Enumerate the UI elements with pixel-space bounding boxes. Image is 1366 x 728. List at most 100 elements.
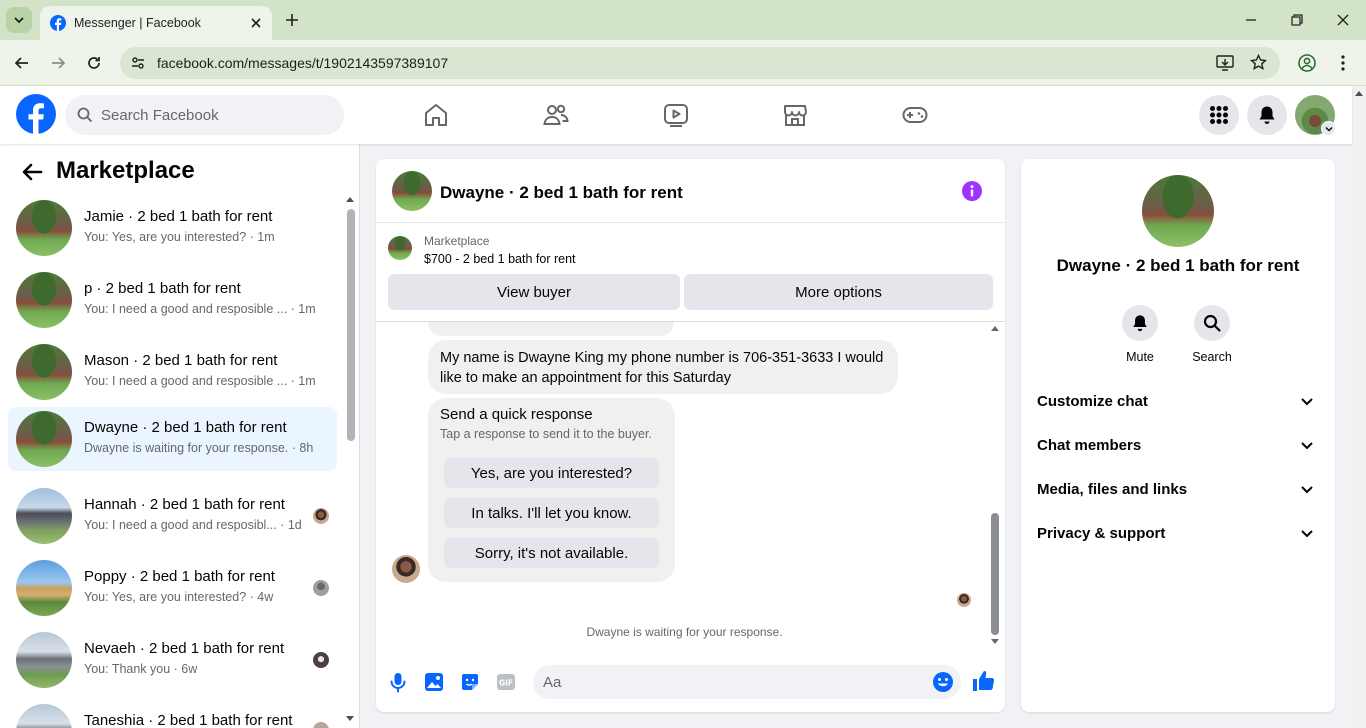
conversation-preview: You: I need a good and resposibl... · 1d — [84, 518, 302, 532]
chat-title[interactable]: Dwayne · 2 bed 1 bath for rent — [440, 183, 683, 203]
conversation-name: Nevaeh · 2 bed 1 bath for rent — [84, 640, 285, 657]
search-in-chat-button[interactable]: Search — [1182, 305, 1242, 364]
conversation-name: Taneshia · 2 bed 1 bath for rent — [84, 712, 293, 728]
conversation-item[interactable]: Mason · 2 bed 1 bath for rent You: I nee… — [8, 340, 337, 404]
address-bar[interactable]: facebook.com/messages/t/1902143597389107 — [120, 47, 1280, 79]
conversation-item[interactable]: Poppy · 2 bed 1 bath for rent You: Yes, … — [8, 556, 337, 620]
gaming-icon[interactable] — [902, 102, 928, 128]
conversation-name: Poppy · 2 bed 1 bath for rent — [84, 568, 275, 585]
conversation-list-scroll-thumb[interactable] — [347, 209, 355, 441]
photo-icon[interactable] — [423, 671, 445, 693]
listing-title[interactable]: $700 - 2 bed 1 bath for rent — [424, 252, 576, 266]
message-scroll-thumb[interactable] — [991, 513, 999, 635]
message-thread: My name is Dwayne King my phone number i… — [376, 322, 1005, 655]
minimize-icon — [1246, 19, 1256, 21]
bookmark-star-icon[interactable] — [1250, 54, 1267, 71]
message-input[interactable] — [543, 673, 913, 691]
search-input[interactable] — [101, 106, 321, 124]
facebook-logo-icon[interactable] — [16, 94, 56, 134]
panel-title: Marketplace — [56, 157, 195, 184]
browser-toolbar: facebook.com/messages/t/1902143597389107 — [0, 40, 1366, 86]
mute-button[interactable]: Mute — [1110, 305, 1170, 364]
facebook-header — [0, 86, 1352, 144]
scroll-up-arrow-icon[interactable] — [346, 196, 354, 202]
conversation-avatar — [16, 704, 72, 728]
browser-tab-bar: Messenger | Facebook — [0, 0, 1366, 40]
scroll-down-arrow-icon[interactable] — [989, 636, 1001, 648]
facebook-search[interactable] — [65, 95, 344, 135]
notifications-button[interactable] — [1247, 95, 1287, 135]
seen-avatar — [313, 508, 329, 524]
site-info-icon[interactable] — [130, 55, 146, 71]
home-icon[interactable] — [423, 102, 449, 128]
minimize-button[interactable] — [1239, 8, 1263, 32]
mute-icon-circle[interactable] — [1122, 305, 1158, 341]
restore-button[interactable] — [1285, 8, 1309, 32]
conversation-item[interactable]: Taneshia · 2 bed 1 bath for rent — [8, 700, 337, 728]
conversation-details-panel: Dwayne · 2 bed 1 bath for rent Mute Sear… — [1021, 159, 1335, 712]
install-app-icon[interactable] — [1216, 55, 1234, 71]
back-button[interactable] — [10, 51, 34, 75]
emoji-icon[interactable] — [932, 671, 954, 693]
profile-button[interactable] — [1295, 51, 1319, 75]
privacy-support-section[interactable]: Privacy & support — [1029, 513, 1327, 553]
marketplace-icon[interactable] — [782, 102, 808, 128]
quick-response-option[interactable]: In talks. I'll let you know. — [444, 498, 659, 528]
conversation-preview: You: I need a good and resposible ... · … — [84, 302, 316, 316]
browser-menu-button[interactable] — [1331, 51, 1355, 75]
message-composer[interactable] — [533, 665, 961, 699]
forward-button[interactable] — [46, 51, 70, 75]
conversation-avatar-large — [1142, 175, 1214, 247]
message-bubble — [428, 322, 674, 336]
conversation-avatar — [16, 488, 72, 544]
more-options-button[interactable]: More options — [684, 274, 993, 310]
video-icon[interactable] — [663, 102, 689, 128]
conversation-preview: You: Yes, are you interested? · 1m — [84, 230, 275, 244]
sender-avatar[interactable] — [392, 555, 420, 583]
plus-icon — [286, 14, 298, 26]
grid-menu-icon — [1210, 106, 1228, 124]
thumbs-up-icon[interactable] — [971, 669, 995, 693]
account-menu-caret[interactable] — [1321, 121, 1336, 136]
conversation-item-active[interactable]: Dwayne · 2 bed 1 bath for rent Dwayne is… — [8, 407, 337, 471]
gif-icon[interactable]: GIF — [495, 671, 517, 693]
friends-icon[interactable] — [543, 102, 569, 128]
back-arrow-icon[interactable] — [20, 160, 44, 184]
browser-tab[interactable]: Messenger | Facebook — [40, 6, 272, 40]
customize-chat-section[interactable]: Customize chat — [1029, 381, 1327, 421]
quick-response-option[interactable]: Sorry, it's not available. — [444, 538, 659, 568]
chat-members-section[interactable]: Chat members — [1029, 425, 1327, 465]
marketplace-conversation-list: Marketplace Jamie · 2 bed 1 bath for ren… — [0, 144, 360, 728]
conversation-item[interactable]: Jamie · 2 bed 1 bath for rent You: Yes, … — [8, 196, 337, 260]
quick-response-subtitle: Tap a response to send it to the buyer. — [440, 427, 652, 441]
read-receipt-avatar — [957, 593, 971, 607]
scroll-down-arrow-icon[interactable] — [346, 716, 354, 722]
conversation-item[interactable]: Nevaeh · 2 bed 1 bath for rent You: Than… — [8, 628, 337, 692]
close-window-button[interactable] — [1331, 8, 1355, 32]
tab-search-button[interactable] — [6, 7, 32, 33]
page-scrollbar[interactable] — [1352, 86, 1366, 728]
reload-button[interactable] — [82, 51, 106, 75]
conversation-item[interactable]: p · 2 bed 1 bath for rent You: I need a … — [8, 268, 337, 332]
microphone-icon[interactable] — [387, 671, 409, 693]
menu-button[interactable] — [1199, 95, 1239, 135]
quick-response-option[interactable]: Yes, are you interested? — [444, 458, 659, 488]
close-tab-icon[interactable] — [250, 17, 262, 29]
waiting-status: Dwayne is waiting for your response. — [586, 625, 783, 639]
scroll-up-arrow-icon[interactable] — [1355, 90, 1363, 96]
chevron-down-icon — [14, 17, 24, 24]
conversation-preview: You: Yes, are you interested? · 4w — [84, 590, 274, 604]
media-files-links-section[interactable]: Media, files and links — [1029, 469, 1327, 509]
scroll-up-arrow-icon[interactable] — [989, 322, 1001, 334]
conversation-item[interactable]: Hannah · 2 bed 1 bath for rent You: I ne… — [8, 484, 337, 548]
sticker-icon[interactable] — [459, 671, 481, 693]
seen-avatar — [313, 580, 329, 596]
view-buyer-button[interactable]: View buyer — [388, 274, 680, 310]
tab-title: Messenger | Facebook — [74, 16, 201, 30]
conversation-avatar — [16, 411, 72, 467]
chat-avatar[interactable] — [392, 171, 432, 211]
search-icon-circle[interactable] — [1194, 305, 1230, 341]
chevron-down-icon — [1325, 126, 1332, 131]
new-tab-button[interactable] — [280, 8, 304, 32]
info-icon[interactable] — [961, 180, 983, 202]
